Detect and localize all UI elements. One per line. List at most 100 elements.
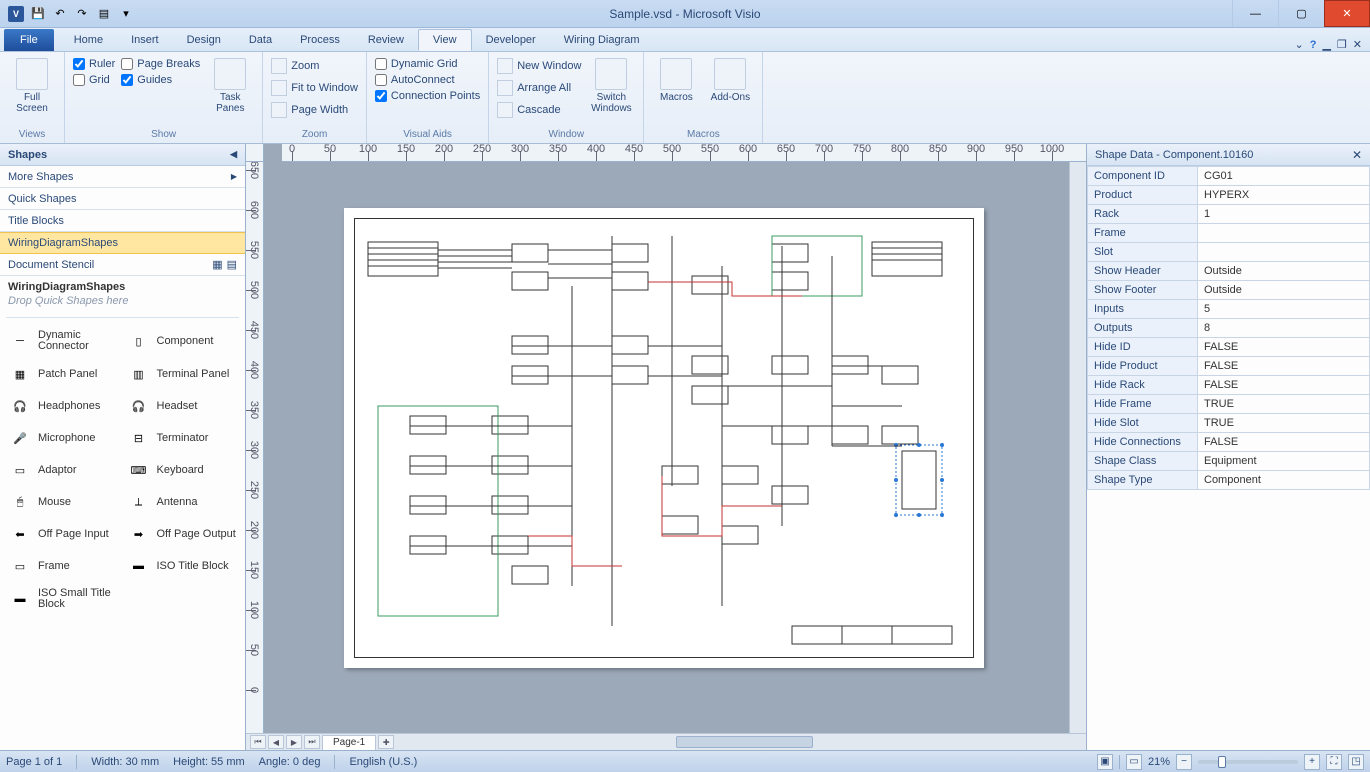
shape-iso-small-title-block[interactable]: ▬ISO Small Title Block (4, 582, 123, 616)
grid-checkbox[interactable]: Grid (73, 74, 115, 86)
new-page-icon[interactable]: ✚ (378, 735, 394, 749)
prop-value[interactable] (1198, 224, 1370, 243)
table-row[interactable]: Inputs5 (1088, 300, 1370, 319)
dynamic-grid-checkbox[interactable]: Dynamic Grid (375, 58, 480, 70)
table-row[interactable]: Hide IDFALSE (1088, 338, 1370, 357)
mdi-restore-icon[interactable]: ❐ (1337, 38, 1347, 51)
shape-iso-title-block[interactable]: ▬ISO Title Block (123, 550, 242, 582)
table-row[interactable]: Show HeaderOutside (1088, 262, 1370, 281)
tab-process[interactable]: Process (286, 29, 354, 51)
shape-component[interactable]: ▯Component (123, 324, 242, 358)
status-language[interactable]: English (U.S.) (349, 756, 417, 768)
shape-headphones[interactable]: 🎧Headphones (4, 390, 123, 422)
shape-off-page-input[interactable]: ⬅Off Page Input (4, 518, 123, 550)
page-tab-1[interactable]: Page-1 (322, 735, 376, 750)
fit-window-button[interactable]: Fit to Window (271, 80, 358, 96)
drawing-page[interactable] (344, 208, 984, 668)
nav-last-icon[interactable]: ⏭ (304, 735, 320, 749)
shape-antenna[interactable]: ⟂Antenna (123, 486, 242, 518)
addons-button[interactable]: Add-Ons (706, 56, 754, 103)
nav-next-icon[interactable]: ▶ (286, 735, 302, 749)
zoom-slider[interactable] (1198, 760, 1298, 764)
new-window-button[interactable]: New Window (497, 58, 581, 74)
prop-value[interactable]: FALSE (1198, 433, 1370, 452)
pan-zoom-icon[interactable]: ◳ (1348, 754, 1364, 770)
table-row[interactable]: Shape ClassEquipment (1088, 452, 1370, 471)
presentation-mode-icon[interactable]: ▭ (1126, 754, 1142, 770)
redo-icon[interactable]: ↷ (72, 4, 92, 24)
shapes-header[interactable]: Shapes◀ (0, 144, 245, 166)
wiring-diagram-shapes-row[interactable]: WiringDiagramShapes (0, 232, 245, 254)
prop-value[interactable]: TRUE (1198, 395, 1370, 414)
prop-value[interactable]: FALSE (1198, 357, 1370, 376)
shape-off-page-output[interactable]: ➡Off Page Output (123, 518, 242, 550)
shape-data-header[interactable]: Shape Data - Component.10160✕ (1087, 144, 1370, 166)
table-row[interactable]: Hide SlotTRUE (1088, 414, 1370, 433)
prop-value[interactable]: 8 (1198, 319, 1370, 338)
ribbon-expand-icon[interactable]: ⌄ (1294, 38, 1303, 51)
tab-view[interactable]: View (418, 29, 472, 51)
title-blocks-row[interactable]: Title Blocks (0, 210, 245, 232)
pagebreaks-checkbox[interactable]: Page Breaks (121, 58, 200, 70)
zoom-out-button[interactable]: − (1176, 754, 1192, 770)
prop-value[interactable]: Outside (1198, 281, 1370, 300)
stencil-icon-1[interactable]: ▦ (212, 258, 222, 271)
save-icon[interactable]: 💾 (28, 4, 48, 24)
switch-windows-button[interactable]: Switch Windows (587, 56, 635, 114)
page-width-button[interactable]: Page Width (271, 102, 358, 118)
shape-keyboard[interactable]: ⌨Keyboard (123, 454, 242, 486)
mdi-minimize-icon[interactable]: ▁ (1322, 38, 1330, 51)
table-row[interactable]: Outputs8 (1088, 319, 1370, 338)
vertical-scrollbar[interactable] (1069, 162, 1086, 733)
stencil-icon-2[interactable]: ▤ (227, 258, 237, 271)
close-button[interactable]: ✕ (1324, 0, 1370, 27)
prop-value[interactable]: FALSE (1198, 338, 1370, 357)
macros-button[interactable]: Macros (652, 56, 700, 103)
prop-value[interactable]: TRUE (1198, 414, 1370, 433)
table-row[interactable]: Component IDCG01 (1088, 167, 1370, 186)
arrange-all-button[interactable]: Arrange All (497, 80, 581, 96)
prop-value[interactable]: Equipment (1198, 452, 1370, 471)
nav-prev-icon[interactable]: ◀ (268, 735, 284, 749)
zoom-button[interactable]: Zoom (271, 58, 358, 74)
table-row[interactable]: Rack1 (1088, 205, 1370, 224)
table-row[interactable]: Hide ProductFALSE (1088, 357, 1370, 376)
shape-patch-panel[interactable]: ▦Patch Panel (4, 358, 123, 390)
macro-record-icon[interactable]: ▣ (1097, 754, 1113, 770)
shape-terminal-panel[interactable]: ▥Terminal Panel (123, 358, 242, 390)
shape-frame[interactable]: ▭Frame (4, 550, 123, 582)
tab-review[interactable]: Review (354, 29, 418, 51)
connection-points-checkbox[interactable]: Connection Points (375, 90, 480, 102)
guides-checkbox[interactable]: Guides (121, 74, 200, 86)
file-tab[interactable]: File (4, 29, 54, 51)
more-shapes-row[interactable]: More Shapes▶ (0, 166, 245, 188)
table-row[interactable]: Hide FrameTRUE (1088, 395, 1370, 414)
help-icon[interactable]: ? (1310, 39, 1317, 51)
prop-value[interactable]: Component (1198, 471, 1370, 490)
print-icon[interactable]: ▤ (94, 4, 114, 24)
selected-component[interactable] (894, 443, 944, 517)
table-row[interactable]: Frame (1088, 224, 1370, 243)
drawing-canvas[interactable] (264, 162, 1069, 733)
undo-icon[interactable]: ↶ (50, 4, 70, 24)
close-panel-icon[interactable]: ✕ (1352, 148, 1362, 162)
zoom-in-button[interactable]: + (1304, 754, 1320, 770)
visio-app-icon[interactable]: V (6, 4, 26, 24)
maximize-button[interactable]: ▢ (1278, 0, 1324, 27)
prop-value[interactable] (1198, 243, 1370, 262)
full-screen-button[interactable]: Full Screen (8, 56, 56, 114)
shape-terminator[interactable]: ⊟Terminator (123, 422, 242, 454)
prop-value[interactable]: 5 (1198, 300, 1370, 319)
shape-mouse[interactable]: 🖱Mouse (4, 486, 123, 518)
prop-value[interactable]: 1 (1198, 205, 1370, 224)
minimize-button[interactable]: — (1232, 0, 1278, 27)
fit-page-icon[interactable]: ⛶ (1326, 754, 1342, 770)
shape-dynamic-connector[interactable]: ─Dynamic Connector (4, 324, 123, 358)
ruler-checkbox[interactable]: Ruler (73, 58, 115, 70)
status-zoom[interactable]: 21% (1148, 756, 1170, 768)
horizontal-scrollbar[interactable] (402, 734, 1086, 750)
tab-home[interactable]: Home (60, 29, 117, 51)
prop-value[interactable]: FALSE (1198, 376, 1370, 395)
cascade-button[interactable]: Cascade (497, 102, 581, 118)
quick-shapes-row[interactable]: Quick Shapes (0, 188, 245, 210)
